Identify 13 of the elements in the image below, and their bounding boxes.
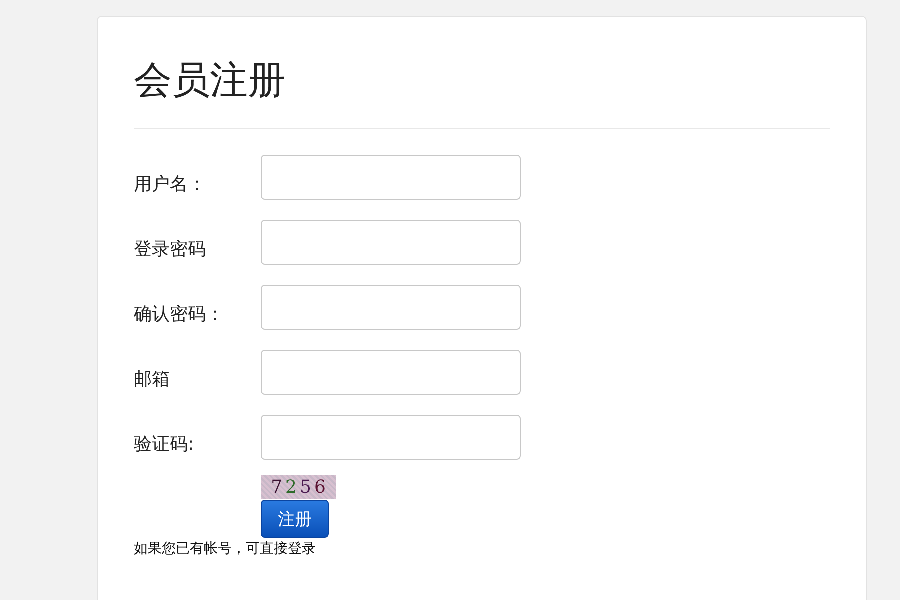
input-field[interactable] xyxy=(261,155,521,200)
register-button[interactable]: 注册 xyxy=(261,500,329,538)
page-title: 会员注册 xyxy=(134,57,287,104)
field-label: 用户名： xyxy=(134,172,207,196)
field-label: 登录密码 xyxy=(134,238,207,260)
input-field[interactable] xyxy=(261,415,521,460)
input-field[interactable] xyxy=(261,220,521,265)
input-field[interactable] xyxy=(261,285,521,330)
login-hint: 如果您已有帐号，可直接登录 xyxy=(134,540,316,558)
field-label: 验证码: xyxy=(134,432,196,456)
field-label: 邮箱 xyxy=(134,368,171,390)
field-label: 确认密码： xyxy=(134,302,225,326)
input-field[interactable] xyxy=(261,350,521,395)
